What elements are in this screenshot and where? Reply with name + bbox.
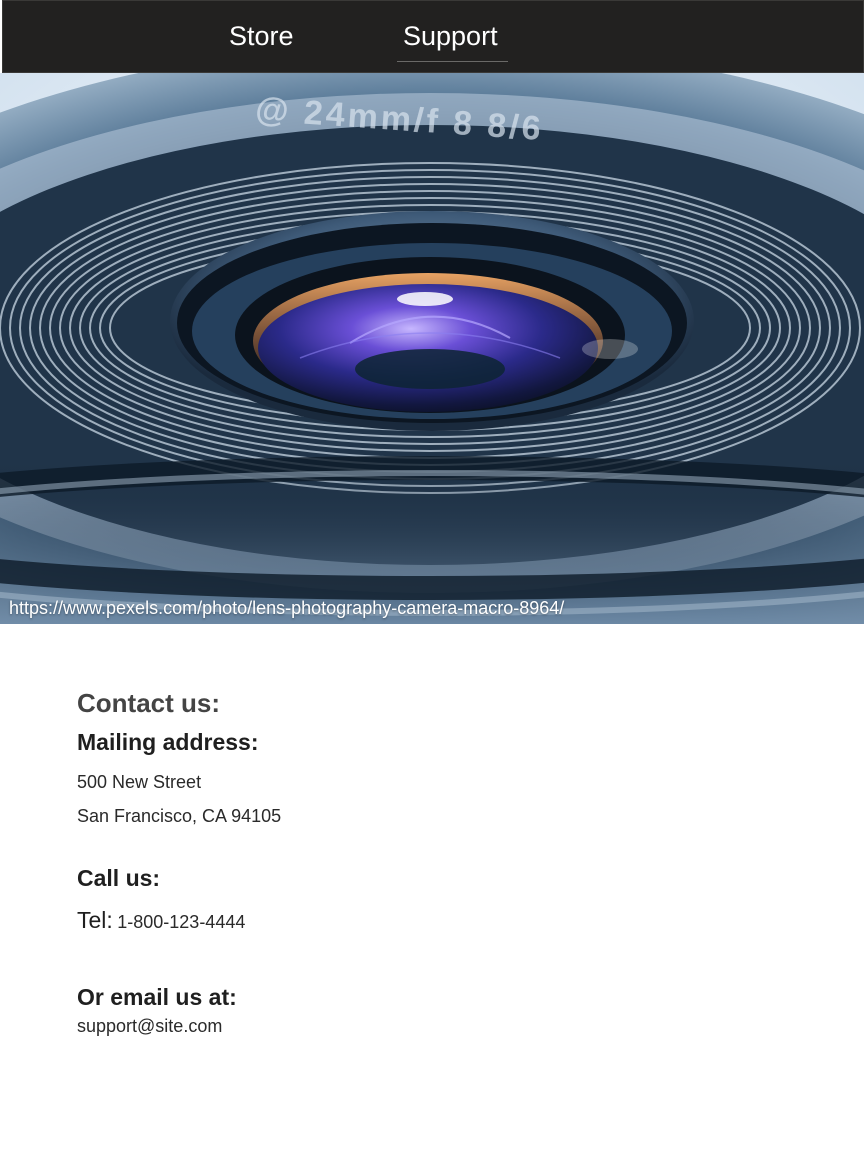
hero-image: @ 24mm/f 8 8/6 https://www.pexels.com/ph… bbox=[0, 73, 864, 624]
image-credit-caption: https://www.pexels.com/photo/lens-photog… bbox=[9, 598, 565, 618]
address-line-1: 500 New Street bbox=[77, 772, 202, 792]
top-navbar: Store Support bbox=[2, 0, 864, 73]
support-email-link[interactable]: support@site.com bbox=[77, 1015, 222, 1037]
nav-link-support[interactable]: Support bbox=[403, 20, 498, 52]
tel-number[interactable]: 1-800-123-4444 bbox=[117, 912, 245, 932]
address-line-2: San Francisco, CA 94105 bbox=[77, 806, 282, 826]
mailing-address-heading: Mailing address: bbox=[77, 729, 259, 755]
page: Store Support @ 24mm/f 8 8/6 https://www… bbox=[0, 0, 864, 1161]
telephone-row: Tel: 1-800-123-4444 bbox=[77, 906, 245, 936]
tel-label: Tel: bbox=[77, 907, 113, 933]
email-heading: Or email us at: bbox=[77, 984, 237, 1010]
camera-lens-illustration: @ 24mm/f 8 8/6 bbox=[0, 73, 864, 624]
nav-link-store[interactable]: Store bbox=[229, 20, 294, 52]
active-nav-underline bbox=[397, 61, 508, 62]
contact-heading: Contact us: bbox=[77, 688, 220, 718]
call-us-heading: Call us: bbox=[77, 865, 161, 891]
